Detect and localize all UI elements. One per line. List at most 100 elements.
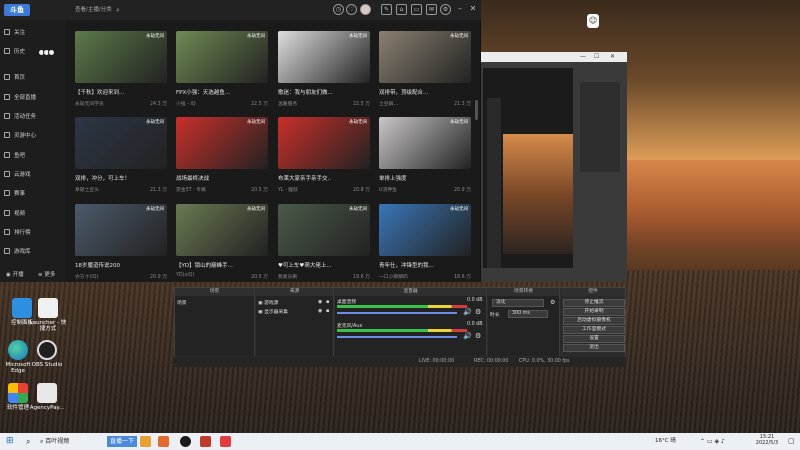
obs-preview-canvas[interactable] [483,68,573,268]
live-thumbnail[interactable]: 永劫无间 [176,117,268,169]
desktop-cat-widget[interactable]: ☺ [587,14,599,28]
sidebar-item-video[interactable]: 视频 [4,208,25,218]
channel-name[interactable]: 亦方寸(IQ) [75,275,98,280]
live-title[interactable]: 单排上强度 [379,174,471,182]
speaker-icon[interactable]: 🔊 [463,332,472,340]
lock-icon[interactable]: ▪ [326,308,329,314]
settings-gear-icon[interactable]: ⚙ [550,299,555,306]
settings-gear-icon[interactable]: ⚙ [440,4,451,15]
app-logo[interactable]: 斗鱼 [4,4,30,16]
desktop-icon-obs[interactable]: OBS Studio [27,340,67,368]
scene-item[interactable]: 场景 [177,299,187,306]
live-thumbnail[interactable]: 永劫无间 [379,31,471,83]
channel-name[interactable]: 温暖服务 [278,102,297,107]
maximize-icon[interactable]: ☐ [594,52,599,62]
search-icon[interactable]: ⌕ [26,436,30,447]
live-title[interactable]: 青年仕，冲锋型的我... [379,261,471,269]
folder-icon[interactable] [140,436,151,447]
virtual-camera-button[interactable]: 启动虚拟摄像机 [563,317,625,325]
live-title[interactable]: FPX小强：天选越鱼... [176,88,268,96]
live-card[interactable]: 永劫无间 【YD】锁山的巅峰手... YD(xiQ) 20.5 万 [176,204,268,286]
live-card[interactable]: 永劫无间 战场最终决战 赏金5T · 专属 20.5 万 [176,117,268,199]
live-title[interactable]: ♥可上车♥萌大佬上... [278,261,370,269]
live-card[interactable]: 永劫无间 双排，冲分，可上车！ 奉献土豆头 21.3 万 [75,117,167,199]
eye-icon[interactable]: ◉ [318,308,322,314]
live-title[interactable]: 战场最终决战 [176,174,268,182]
search-icon[interactable]: ⌕ [116,4,120,16]
clock[interactable]: 15:21 2022/5/3 [752,434,782,446]
app-scrollbar[interactable] [475,100,478,120]
live-card[interactable]: 永劫无间 歌迷：我与朋友们做... 温暖服务 22.5 万 [278,31,370,113]
live-thumbnail[interactable]: 永劫无间 [75,117,167,169]
sidebar-item-fishbar[interactable]: 鱼吧 [4,150,25,160]
studio-mode-button[interactable]: 工作室模式 [563,326,625,334]
sidebar-item-history[interactable]: 历史 [4,46,25,56]
taskbar-search[interactable]: ⌕ 百叶视频 [40,436,100,447]
live-thumbnail[interactable]: 永劫无间 [278,204,370,256]
channel-name[interactable]: 永劫无间学员 [75,102,104,107]
duration-input[interactable]: 300 ms [508,310,548,318]
live-thumbnail[interactable]: 永劫无间 [75,31,167,83]
edit-icon[interactable]: ✎ [381,4,392,15]
douyu-app-window[interactable]: 斗鱼 查看/主播/分类 ⌕ ◷ ♡ ✎ ⌂ ▭ ✉ ⚙ – ✕ 关注 历史 首页… [0,0,481,282]
avatar[interactable] [360,4,371,15]
live-title[interactable]: 【YD】锁山的巅峰手... [176,261,268,269]
speaker-icon[interactable]: 🔊 [463,308,472,316]
channel-name[interactable]: YL · 鲤跃 [278,188,298,193]
obs-icon[interactable] [180,436,191,447]
stop-streaming-button[interactable]: 停止推流 [563,299,625,307]
sidebar-item-rank[interactable]: 排行榜 [4,227,31,237]
channel-name[interactable]: 我爱乐刷 [278,275,297,280]
live-card[interactable]: 永劫无间 18岁魔道传说200 亦方寸(IQ) 20.9 万 [75,204,167,286]
transition-select[interactable]: 淡化 [492,299,544,307]
sidebar-item-tasks[interactable]: 活动任务 [4,111,36,121]
live-card[interactable]: 永劫无间 单排上强度 U渣神鱼 20.9 万 [379,117,471,199]
live-thumbnail[interactable]: 永劫无间 [379,204,471,256]
sidebar-item-follow[interactable]: 关注 [4,27,25,37]
channel-name[interactable]: 土豆解... [379,102,398,107]
volume-slider[interactable] [337,336,457,338]
followed-avatars[interactable] [38,49,60,57]
shirt-icon[interactable]: ⌂ [396,4,407,15]
source-item[interactable]: ▣ 显示器采集 [258,308,288,315]
taskbar-highlight[interactable]: 直播一下 [107,436,138,447]
douyu-icon[interactable] [220,436,231,447]
live-thumbnail[interactable]: 永劫无间 [176,204,268,256]
volume-slider[interactable] [337,312,457,314]
desktop-icon-launcher[interactable]: Launcher - 快捷方式 [28,298,68,332]
channel-name[interactable]: 小强 - IQ [176,102,196,107]
live-title[interactable]: 【千秋】欢迎来到... [75,88,167,96]
broadcast-button[interactable]: ◉ 开播 [6,270,24,278]
sidebar-item-game-library[interactable]: 游戏库 [4,246,31,256]
minimize-icon[interactable]: – [455,3,465,15]
live-title[interactable]: 布莱大家亲手亲手交.. [278,174,370,182]
sidebar-item-cloud-game[interactable]: 云游戏 [4,169,31,179]
close-icon[interactable]: ✕ [468,3,478,15]
search-input[interactable]: 查看/主播/分类 [75,4,130,16]
start-recording-button[interactable]: 开始录制 [563,308,625,316]
screen-icon[interactable]: ▭ [411,4,422,15]
channel-name[interactable]: U渣神鱼 [379,188,397,193]
live-thumbnail[interactable]: 永劫无间 [75,204,167,256]
live-thumbnail[interactable]: 永劫无间 [176,31,268,83]
notification-icon[interactable]: ▢ [788,437,795,445]
channel-name[interactable]: 奉献土豆头 [75,188,99,193]
channel-name[interactable]: 赏金5T · 专属 [176,188,206,193]
live-title[interactable]: 双排带，顶级配合... [379,88,471,96]
close-icon[interactable]: ✕ [610,52,615,62]
exit-button[interactable]: 退出 [563,344,625,352]
history-icon[interactable]: ◷ [333,4,344,15]
channel-name[interactable]: YD(xiQ) [176,273,194,278]
sidebar-item-game-center[interactable]: 灵游中心 [4,130,36,140]
live-title[interactable]: 双排，冲分，可上车！ [75,174,167,182]
gear-icon[interactable]: ⚙ [475,308,481,316]
settings-button[interactable]: 设置 [563,335,625,343]
start-menu-icon[interactable]: ⊞ [6,436,14,447]
live-card[interactable]: 永劫无间 双排带，顶级配合... 土豆解... 21.3 万 [379,31,471,113]
weather-widget[interactable]: 16°C 晴 [655,436,676,447]
eye-icon[interactable]: ◉ [318,299,322,305]
minimize-icon[interactable]: — [580,52,586,62]
live-card[interactable]: 永劫无间 布莱大家亲手亲手交.. YL · 鲤跃 20.8 万 [278,117,370,199]
obs-preview-window[interactable]: — ☐ ✕ [480,52,627,282]
live-title[interactable]: 歌迷：我与朋友们做... [278,88,370,96]
